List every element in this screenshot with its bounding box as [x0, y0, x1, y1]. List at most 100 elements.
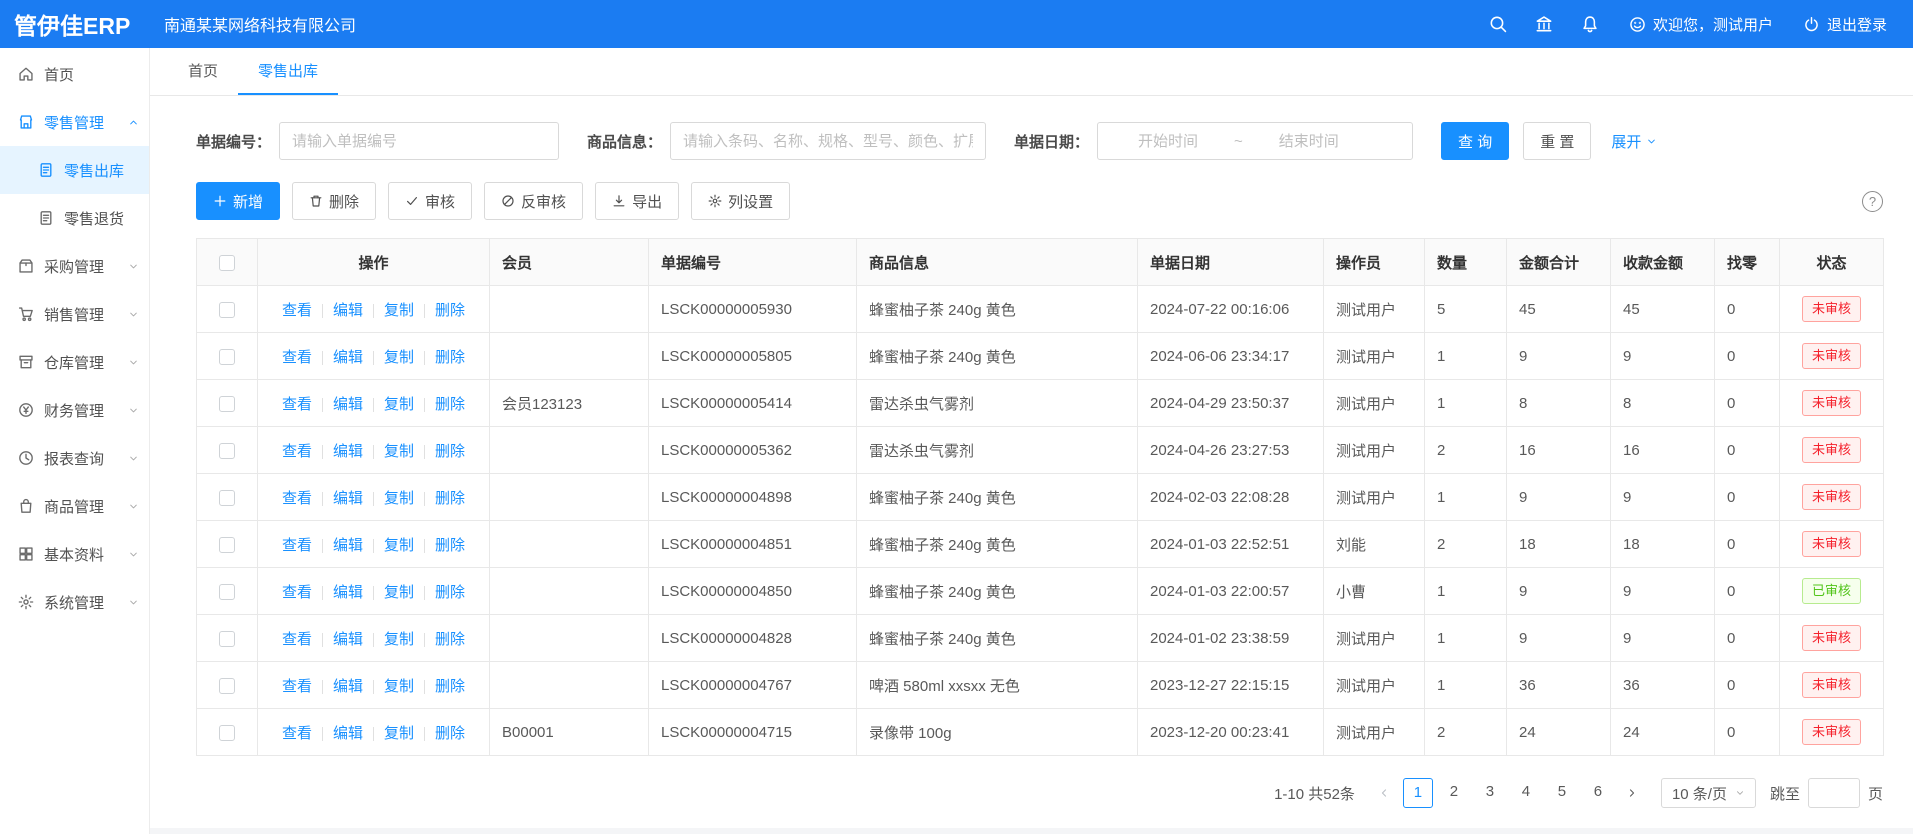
row-checkbox[interactable] — [219, 396, 235, 412]
product-input[interactable] — [670, 122, 986, 160]
row-action-view[interactable]: 查看 — [282, 349, 312, 366]
search-icon[interactable] — [1489, 15, 1507, 33]
row-action-edit[interactable]: 编辑 — [333, 349, 363, 366]
column-settings-button[interactable]: 列设置 — [691, 182, 790, 220]
row-action-delete[interactable]: 删除 — [435, 725, 465, 742]
row-checkbox[interactable] — [219, 678, 235, 694]
cell-bill-no: LSCK00000005362 — [649, 427, 857, 474]
row-action-copy[interactable]: 复制 — [384, 584, 414, 601]
row-action-view[interactable]: 查看 — [282, 584, 312, 601]
row-checkbox[interactable] — [219, 443, 235, 459]
bank-icon[interactable] — [1535, 15, 1553, 33]
prev-page-button[interactable] — [1369, 778, 1399, 808]
audit-button[interactable]: 审核 — [388, 182, 472, 220]
search-button[interactable]: 查 询 — [1441, 122, 1509, 160]
row-checkbox[interactable] — [219, 490, 235, 506]
tab-home[interactable]: 首页 — [168, 48, 238, 95]
row-action-view[interactable]: 查看 — [282, 678, 312, 695]
row-action-edit[interactable]: 编辑 — [333, 490, 363, 507]
row-action-view[interactable]: 查看 — [282, 443, 312, 460]
page-button-6[interactable]: 6 — [1583, 778, 1613, 808]
row-checkbox[interactable] — [219, 584, 235, 600]
row-action-edit[interactable]: 编辑 — [333, 302, 363, 319]
row-action-view[interactable]: 查看 — [282, 631, 312, 648]
row-action-edit[interactable]: 编辑 — [333, 584, 363, 601]
row-action-copy[interactable]: 复制 — [384, 396, 414, 413]
page-button-3[interactable]: 3 — [1475, 778, 1505, 808]
row-action-delete[interactable]: 删除 — [435, 349, 465, 366]
help-icon[interactable]: ? — [1862, 191, 1883, 212]
row-checkbox[interactable] — [219, 537, 235, 553]
sidebar-item-purchase[interactable]: 采购管理 — [0, 242, 149, 290]
row-action-view[interactable]: 查看 — [282, 725, 312, 742]
sidebar-item-home[interactable]: 首页 — [0, 50, 149, 98]
cell-member: 会员123123 — [490, 380, 649, 427]
row-action-delete[interactable]: 删除 — [435, 490, 465, 507]
row-action-edit[interactable]: 编辑 — [333, 631, 363, 648]
next-page-button[interactable] — [1617, 778, 1647, 808]
bill-no-input[interactable] — [279, 122, 559, 160]
row-action-edit[interactable]: 编辑 — [333, 396, 363, 413]
date-end-input[interactable] — [1247, 133, 1371, 150]
logout-button[interactable]: 退出登录 — [1803, 14, 1887, 35]
row-action-view[interactable]: 查看 — [282, 537, 312, 554]
row-action-delete[interactable]: 删除 — [435, 396, 465, 413]
row-action-edit[interactable]: 编辑 — [333, 537, 363, 554]
row-checkbox[interactable] — [219, 631, 235, 647]
tab-retail-outbound[interactable]: 零售出库 — [238, 48, 338, 95]
page-size-select[interactable]: 10 条/页 — [1661, 778, 1756, 808]
date-range-picker[interactable]: ~ — [1097, 122, 1413, 160]
row-action-delete[interactable]: 删除 — [435, 302, 465, 319]
bell-icon[interactable] — [1581, 15, 1599, 33]
select-all-checkbox[interactable] — [219, 255, 235, 271]
reset-button[interactable]: 重 置 — [1523, 122, 1591, 160]
delete-button[interactable]: 删除 — [292, 182, 376, 220]
row-action-copy[interactable]: 复制 — [384, 537, 414, 554]
row-checkbox[interactable] — [219, 725, 235, 741]
sidebar-item-finance[interactable]: 财务管理 — [0, 386, 149, 434]
page-button-1[interactable]: 1 — [1403, 778, 1433, 808]
row-checkbox[interactable] — [219, 302, 235, 318]
row-action-delete[interactable]: 删除 — [435, 631, 465, 648]
welcome-user[interactable]: 欢迎您，测试用户 — [1629, 14, 1773, 35]
row-action-edit[interactable]: 编辑 — [333, 678, 363, 695]
sidebar-item-basic[interactable]: 基本资料 — [0, 530, 149, 578]
sidebar-item-system[interactable]: 系统管理 — [0, 578, 149, 626]
row-action-delete[interactable]: 删除 — [435, 537, 465, 554]
sidebar-item-retail-return[interactable]: 零售退货 — [0, 194, 149, 242]
row-action-edit[interactable]: 编辑 — [333, 443, 363, 460]
row-action-copy[interactable]: 复制 — [384, 678, 414, 695]
sidebar-item-retail[interactable]: 零售管理 — [0, 98, 149, 146]
sidebar-item-retail-outbound[interactable]: 零售出库 — [0, 146, 149, 194]
export-button[interactable]: 导出 — [595, 182, 679, 220]
row-action-view[interactable]: 查看 — [282, 490, 312, 507]
add-button[interactable]: 新增 — [196, 182, 280, 220]
page-button-5[interactable]: 5 — [1547, 778, 1577, 808]
page-button-4[interactable]: 4 — [1511, 778, 1541, 808]
row-checkbox[interactable] — [219, 349, 235, 365]
status-badge: 未审核 — [1802, 296, 1861, 322]
row-action-delete[interactable]: 删除 — [435, 678, 465, 695]
jump-page-input[interactable] — [1808, 778, 1860, 808]
row-action-delete[interactable]: 删除 — [435, 443, 465, 460]
row-action-view[interactable]: 查看 — [282, 396, 312, 413]
row-action-copy[interactable]: 复制 — [384, 349, 414, 366]
cell-bill-no: LSCK00000004851 — [649, 521, 857, 568]
chevron-down-icon — [128, 549, 139, 560]
sidebar-item-warehouse[interactable]: 仓库管理 — [0, 338, 149, 386]
row-action-view[interactable]: 查看 — [282, 302, 312, 319]
date-start-input[interactable] — [1106, 133, 1230, 150]
row-action-copy[interactable]: 复制 — [384, 443, 414, 460]
row-action-copy[interactable]: 复制 — [384, 725, 414, 742]
row-action-delete[interactable]: 删除 — [435, 584, 465, 601]
page-button-2[interactable]: 2 — [1439, 778, 1469, 808]
sidebar-item-sales[interactable]: 销售管理 — [0, 290, 149, 338]
sidebar-item-report[interactable]: 报表查询 — [0, 434, 149, 482]
row-action-copy[interactable]: 复制 — [384, 631, 414, 648]
row-action-copy[interactable]: 复制 — [384, 490, 414, 507]
row-action-copy[interactable]: 复制 — [384, 302, 414, 319]
unaudit-button[interactable]: 反审核 — [484, 182, 583, 220]
expand-link[interactable]: 展开 — [1611, 131, 1657, 152]
row-action-edit[interactable]: 编辑 — [333, 725, 363, 742]
sidebar-item-goods[interactable]: 商品管理 — [0, 482, 149, 530]
